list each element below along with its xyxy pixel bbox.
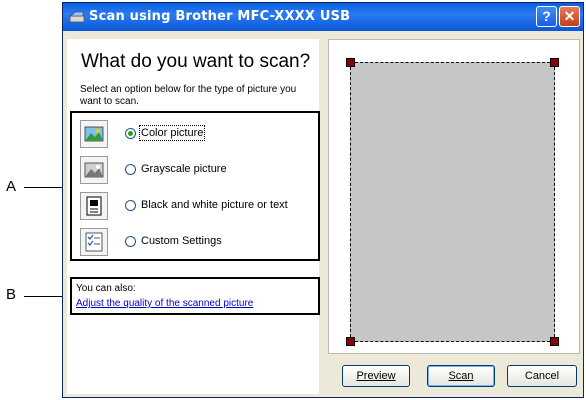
scan-dialog: Scan using Brother MFC-XXXX USB ? ✕ What… — [62, 2, 584, 398]
scan-area-selection[interactable] — [350, 62, 555, 342]
crop-handle-top-right[interactable] — [550, 58, 559, 67]
color-picture-icon[interactable] — [80, 120, 108, 148]
option-color-picture[interactable]: Color picture — [80, 120, 312, 150]
color-picture-radio[interactable] — [125, 128, 136, 139]
grayscale-picture-label[interactable]: Grayscale picture — [141, 163, 227, 175]
window-title: Scan using Brother MFC-XXXX USB — [89, 9, 351, 24]
close-button[interactable]: ✕ — [559, 6, 580, 27]
preview-panel — [328, 39, 580, 354]
callout-a-label: A — [6, 178, 17, 195]
scan-options-panel: What do you want to scan? Select an opti… — [67, 39, 320, 394]
color-picture-label[interactable]: Color picture — [138, 125, 206, 141]
cancel-button[interactable]: Cancel — [507, 365, 577, 387]
scanner-icon — [69, 11, 85, 23]
preview-button[interactable]: Preview — [342, 365, 410, 387]
crop-handle-top-left[interactable] — [346, 58, 355, 67]
also-section: You can also: Adjust the quality of the … — [70, 277, 320, 315]
bw-picture-icon[interactable] — [80, 192, 108, 220]
custom-settings-label[interactable]: Custom Settings — [141, 235, 222, 247]
also-text: You can also: — [76, 283, 136, 294]
option-custom-settings[interactable]: Custom Settings — [80, 228, 312, 258]
picture-type-group: Color picture Grayscale picture Black an… — [70, 111, 320, 261]
grayscale-picture-icon[interactable] — [80, 156, 108, 184]
custom-settings-icon[interactable] — [80, 228, 108, 256]
grayscale-picture-radio[interactable] — [125, 164, 136, 175]
crop-handle-bottom-left[interactable] — [346, 337, 355, 346]
adjust-quality-link[interactable]: Adjust the quality of the scanned pictur… — [76, 298, 253, 309]
bw-picture-radio[interactable] — [125, 200, 136, 211]
preview-button-label: Preview — [356, 370, 396, 382]
option-bw-picture[interactable]: Black and white picture or text — [80, 192, 312, 222]
instruction-text: Select an option below for the type of p… — [80, 84, 297, 107]
page-title: What do you want to scan? — [81, 51, 311, 72]
callout-b-label: B — [6, 286, 17, 303]
option-grayscale-picture[interactable]: Grayscale picture — [80, 156, 312, 186]
scan-button[interactable]: Scan — [427, 365, 495, 387]
bw-picture-label[interactable]: Black and white picture or text — [141, 199, 288, 211]
scan-button-label: Scan — [448, 370, 474, 382]
title-bar[interactable]: Scan using Brother MFC-XXXX USB ? ✕ — [63, 3, 583, 31]
help-button[interactable]: ? — [536, 6, 557, 27]
custom-settings-radio[interactable] — [125, 236, 136, 247]
crop-handle-bottom-right[interactable] — [550, 337, 559, 346]
